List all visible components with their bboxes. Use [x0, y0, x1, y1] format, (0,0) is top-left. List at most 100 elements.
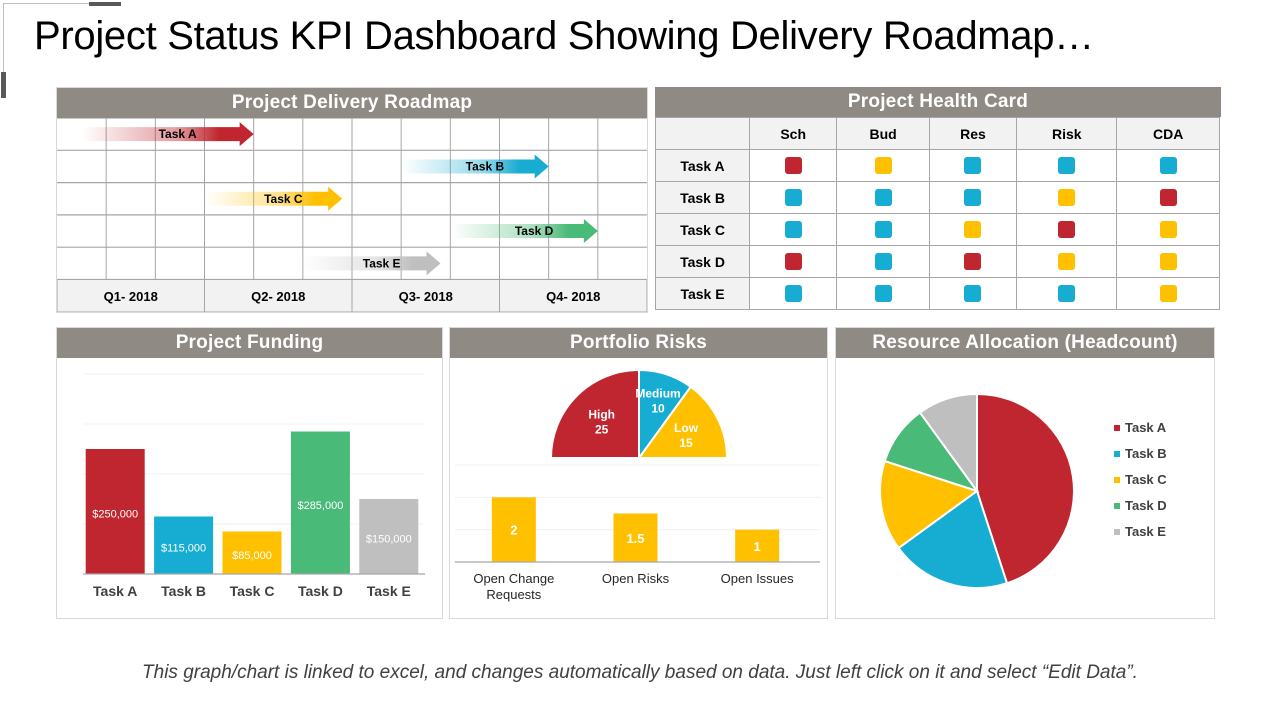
- status-yellow-indicator: [1159, 221, 1177, 239]
- status-blue-indicator: [964, 285, 982, 303]
- status-blue-indicator: [964, 157, 982, 175]
- risk-slice-label: Low: [674, 421, 699, 435]
- legend-label: Task C: [1125, 472, 1167, 487]
- health-cell: [928, 213, 1018, 246]
- risks-category-label: Open Risks: [602, 571, 670, 586]
- page-title: Project Status KPI Dashboard Showing Del…: [34, 14, 1094, 58]
- resources-chart: Task A Task B Task C Task D Task E: [879, 392, 1167, 589]
- roadmap-panel: Project Delivery Roadmap Q1- 2018 Q2- 201…: [56, 87, 648, 313]
- health-cell: [836, 181, 930, 214]
- risks-bar-label: 1.5: [626, 531, 644, 546]
- status-red-indicator: [784, 157, 802, 175]
- health-cell: [928, 277, 1018, 310]
- status-blue-indicator: [784, 285, 802, 303]
- health-cell: [1016, 149, 1118, 182]
- health-col-header: Sch: [748, 117, 838, 150]
- status-blue-indicator: [874, 221, 892, 239]
- risks-bar-label: 2: [510, 523, 517, 538]
- roadmap-title: Project Delivery Roadmap: [57, 88, 647, 118]
- funding-title: Project Funding: [57, 328, 442, 358]
- health-row: Task E: [655, 277, 1220, 310]
- roadmap-quarter-label: Q1- 2018: [104, 289, 158, 304]
- legend-swatch: [1114, 451, 1120, 457]
- funding-bar-label: $250,000: [92, 509, 138, 521]
- roadmap-quarter-label: Q3- 2018: [399, 289, 453, 304]
- footer-note: This graph/chart is linked to excel, and…: [142, 662, 1138, 683]
- health-col-header: Res: [928, 117, 1018, 150]
- health-cell: [1016, 213, 1118, 246]
- health-col-header: Bud: [836, 117, 930, 150]
- health-row-label: Task A: [655, 149, 750, 182]
- status-yellow-indicator: [1058, 189, 1076, 207]
- status-yellow-indicator: [1159, 285, 1177, 303]
- health-row-label: Task E: [655, 277, 750, 310]
- funding-panel: Project Funding $250,000 Task A $115,000 Ta…: [56, 327, 443, 619]
- legend-swatch: [1114, 477, 1120, 483]
- decor-bar-vertical: [1, 72, 6, 98]
- roadmap-quarter-label: Q2- 2018: [251, 289, 305, 304]
- risk-slice-value: 15: [679, 436, 693, 450]
- health-row: Task D: [655, 245, 1220, 278]
- health-table: Sch Bud Res Risk CDA Task A Task B Task CT…: [655, 117, 1220, 310]
- task-arrow-label: Task D: [515, 224, 554, 238]
- funding-bar-label: $150,000: [366, 534, 412, 546]
- health-cell: [748, 245, 838, 278]
- health-cell: [836, 277, 930, 310]
- health-cell: [1016, 181, 1118, 214]
- risks-panel: Portfolio Risks High 25 Medium 10 Low 15 2 Open…: [449, 327, 828, 619]
- risks-bar-label: 1: [754, 539, 761, 554]
- health-row: Task B: [655, 181, 1220, 214]
- health-row-label: Task D: [655, 245, 750, 278]
- roadmap-quarter-label: Q4- 2018: [546, 289, 600, 304]
- health-row: Task A: [655, 149, 1220, 182]
- funding-category-label: Task B: [161, 583, 206, 599]
- legend-label: Task A: [1125, 420, 1167, 435]
- funding-category-label: Task C: [230, 583, 275, 599]
- health-cell: [748, 149, 838, 182]
- health-cell: [1116, 213, 1220, 246]
- health-row-label: Task C: [655, 213, 750, 246]
- funding-category-label: Task E: [367, 583, 411, 599]
- health-cell: [836, 149, 930, 182]
- decor-line-vertical: [3, 3, 4, 75]
- health-cell: [1016, 245, 1118, 278]
- health-cell: [1116, 277, 1220, 310]
- funding-chart: $250,000 Task A $115,000 Task B $85,000 Task …: [83, 373, 425, 599]
- health-cell: [1116, 245, 1220, 278]
- resources-panel: Resource Allocation (Headcount) Task A Ta…: [835, 327, 1215, 619]
- health-cell: [748, 277, 838, 310]
- health-card-title: Project Health Card: [655, 87, 1221, 117]
- status-blue-indicator: [1058, 157, 1076, 175]
- status-red-indicator: [1159, 189, 1177, 207]
- health-cell: [748, 181, 838, 214]
- health-col-header: Risk: [1016, 117, 1118, 150]
- risks-chart: High25 Medium10 Low15 2 Open ChangeRequests 1…: [455, 368, 820, 602]
- health-cell: [1016, 277, 1118, 310]
- risk-slice-value: 25: [595, 423, 609, 437]
- health-cell: [928, 245, 1018, 278]
- risks-category-label: Open Issues: [721, 571, 794, 586]
- risk-slice-label: Medium: [635, 386, 680, 400]
- decor-bar-horizontal: [89, 2, 121, 6]
- funding-category-label: Task A: [93, 583, 137, 599]
- task-arrow-label: Task B: [466, 159, 505, 173]
- risks-title: Portfolio Risks: [450, 328, 827, 358]
- health-cell: [836, 213, 930, 246]
- risks-category-label: Open Change: [473, 571, 554, 586]
- legend-swatch: [1114, 425, 1120, 431]
- status-red-indicator: [964, 253, 982, 271]
- status-blue-indicator: [874, 285, 892, 303]
- risk-slice-value: 10: [651, 401, 665, 415]
- legend-label: Task D: [1125, 498, 1167, 513]
- risk-slice-label: High: [588, 408, 615, 422]
- task-arrow-label: Task A: [159, 127, 197, 141]
- resources-title: Resource Allocation (Headcount): [836, 328, 1214, 358]
- status-red-indicator: [1058, 221, 1076, 239]
- status-blue-indicator: [1058, 285, 1076, 303]
- status-blue-indicator: [964, 189, 982, 207]
- status-blue-indicator: [874, 253, 892, 271]
- status-blue-indicator: [874, 189, 892, 207]
- task-arrow-label: Task C: [264, 192, 303, 206]
- funding-category-label: Task D: [298, 583, 343, 599]
- status-yellow-indicator: [1058, 253, 1076, 271]
